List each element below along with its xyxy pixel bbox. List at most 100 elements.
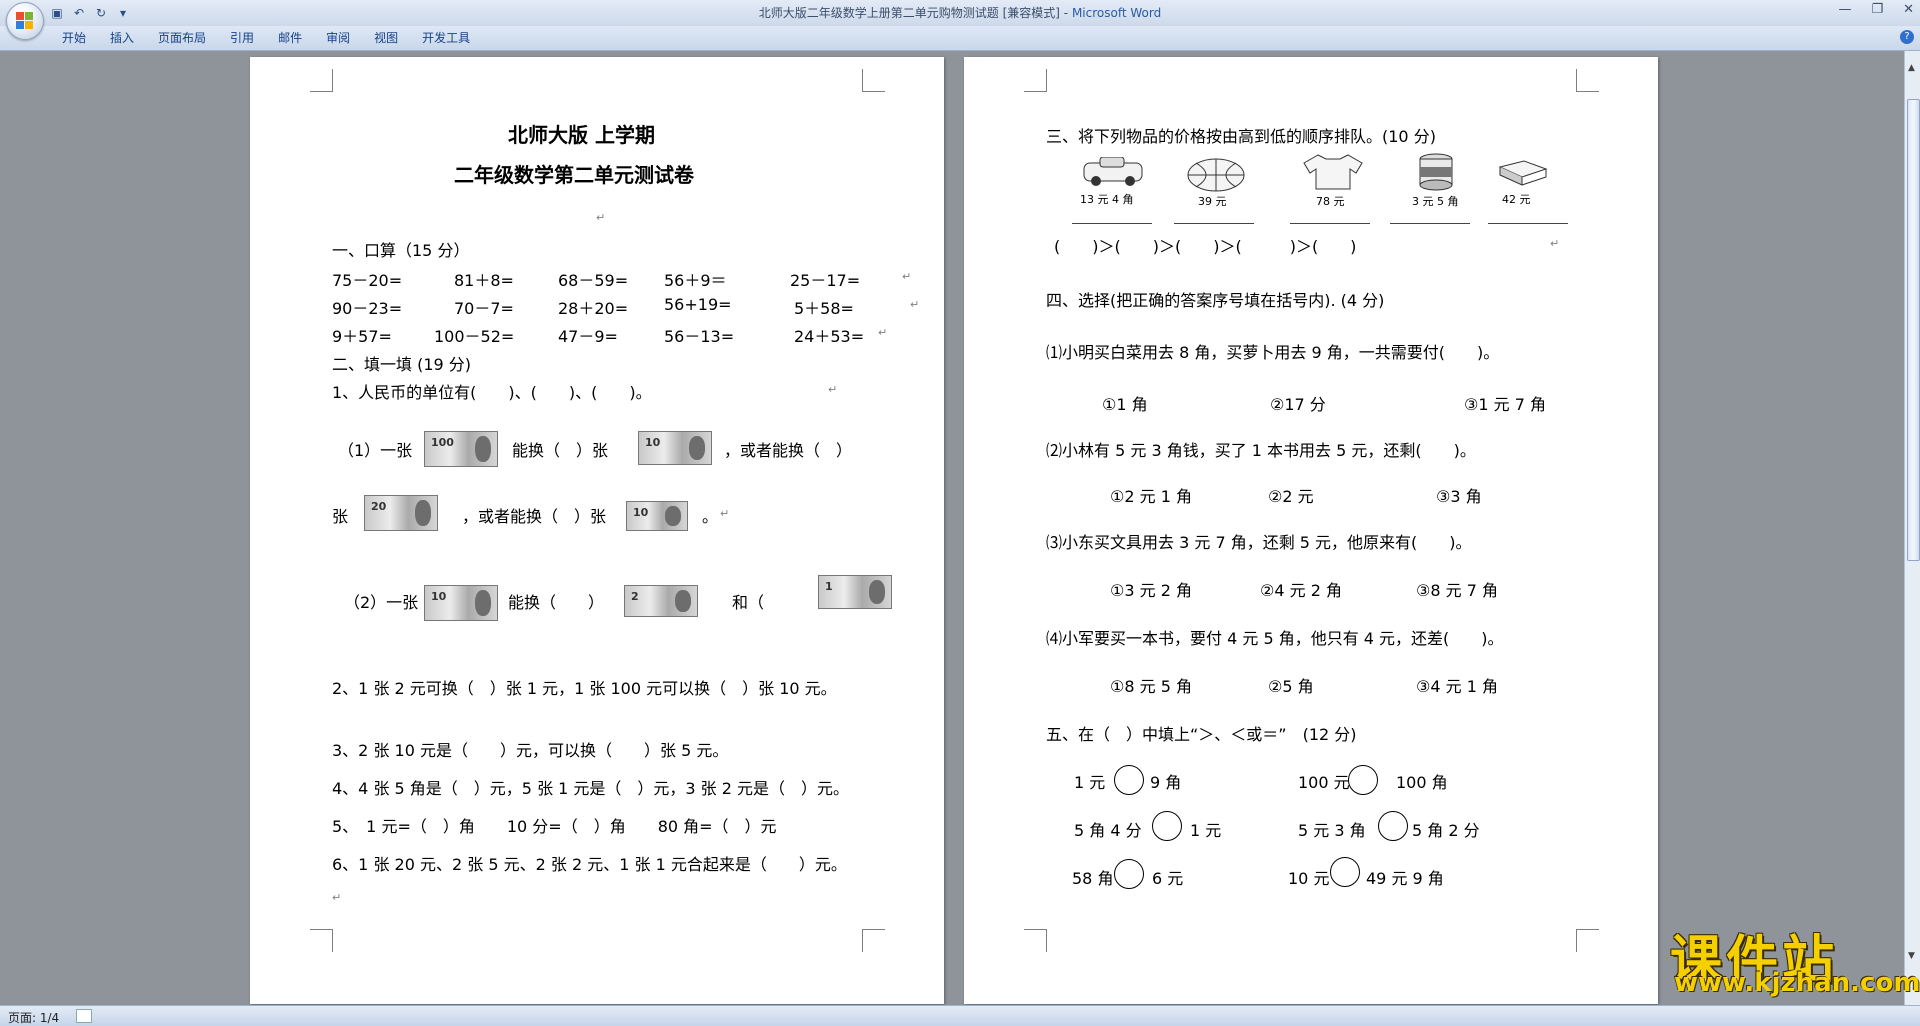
question-4: 4、4 张 5 角是（ ）元，5 张 1 元是（ ）元，3 张 2 元是（ ）元… (332, 779, 850, 798)
calc-item: 5＋58= (794, 299, 854, 318)
compare-circle[interactable] (1348, 765, 1378, 795)
choice-option: ②2 元 (1268, 487, 1314, 506)
tab-page-layout[interactable]: 页面布局 (146, 30, 218, 46)
banknote-1-image: 1 (818, 575, 892, 609)
answer-blank-line (1174, 223, 1254, 224)
answer-blank-line (1488, 223, 1568, 224)
section-4-heading: 四、选择(把正确的答案序号填在括号内). (4 分) (1046, 291, 1385, 310)
paragraph-mark: ↵ (828, 383, 838, 396)
item-price: 13 元 4 角 (1080, 193, 1134, 206)
compare-right: 5 角 2 分 (1412, 821, 1480, 840)
watermark-url: www.kjzhan.com (1674, 968, 1920, 998)
paragraph-mark: ↵ (878, 326, 888, 339)
tab-insert[interactable]: 插入 (98, 30, 146, 46)
calc-item: 56+19= (664, 295, 732, 314)
banknote-10-image: 10 (638, 431, 712, 465)
item-price: 42 元 (1502, 193, 1531, 206)
ordering-answer-line: ( )＞( )＞( )＞( )＞( ) (1054, 237, 1357, 256)
choice-question-3: ⑶小东买文具用去 3 元 7 角，还剩 5 元，他原来有( )。 (1046, 533, 1472, 552)
page-count[interactable]: 页面: 1/4 (8, 1009, 59, 1026)
calc-item: 100－52= (434, 327, 515, 346)
paragraph-mark: ↵ (902, 270, 912, 283)
tab-mailings[interactable]: 邮件 (266, 30, 314, 46)
question-1-part-2-text: 能换（ ） (508, 593, 605, 612)
compare-left: 5 元 3 角 (1298, 821, 1366, 840)
book-icon (1494, 157, 1550, 193)
tab-review[interactable]: 审阅 (314, 30, 362, 46)
page-title-line-1: 北师大版 上学期 (508, 123, 655, 147)
compare-circle[interactable] (1378, 811, 1408, 841)
section-1-heading: 一、口算（15 分） (332, 241, 470, 260)
answer-blank-line (1390, 223, 1470, 224)
maximize-button[interactable]: ❐ (1871, 2, 1883, 17)
compare-circle[interactable] (1114, 765, 1144, 795)
calc-item: 25－17= (790, 271, 861, 290)
choice-question-4: ⑷小军要买一本书，要付 4 元 5 角，他只有 4 元，还差( )。 (1046, 629, 1504, 648)
tab-developer[interactable]: 开发工具 (410, 30, 482, 46)
calc-item: 81＋8= (454, 271, 514, 290)
question-2: 2、1 张 2 元可换（ ）张 1 元，1 张 100 元可以换（ ）张 10 … (332, 679, 837, 698)
crop-mark (310, 929, 333, 952)
banknote-10-image: 10 (626, 501, 688, 531)
question-1-part-1-text: 。 (702, 507, 719, 526)
compare-right: 100 角 (1396, 773, 1448, 792)
question-1-part-1-text: 能换（ ）张 (512, 441, 609, 460)
question-6: 6、1 张 20 元、2 张 5 元、2 张 2 元、1 张 1 元合起来是（ … (332, 855, 847, 874)
compare-left: 100 元 (1298, 773, 1350, 792)
vertical-scrollbar[interactable]: ▲ ▼ (1904, 51, 1920, 1005)
calc-item: 90－23= (332, 299, 403, 318)
title-bar: ▣ ↶ ↻ ▾ 北师大版二年级数学上册第二单元购物测试题 [兼容模式] - Mi… (0, 0, 1920, 27)
tab-home[interactable]: 开始 (50, 30, 98, 46)
document-title: 北师大版二年级数学上册第二单元购物测试题 [兼容模式] (758, 6, 1060, 20)
minimize-button[interactable]: — (1838, 2, 1851, 17)
compare-right: 1 元 (1190, 821, 1222, 840)
app-name: Microsoft Word (1071, 6, 1162, 20)
question-1-part-1-text: ，或者能换（ ）张 (462, 507, 607, 526)
choice-option: ①1 角 (1102, 395, 1148, 414)
tab-references[interactable]: 引用 (218, 30, 266, 46)
proofing-icon[interactable] (76, 1009, 92, 1023)
close-button[interactable]: ✕ (1903, 2, 1914, 17)
scroll-down-icon[interactable]: ▼ (1908, 951, 1915, 961)
item-price: 78 元 (1316, 195, 1345, 208)
paragraph-mark: ↵ (720, 507, 730, 520)
paragraph-mark: ↵ (910, 298, 920, 311)
status-bar: 页面: 1/4 (0, 1005, 1920, 1026)
answer-blank-line (1072, 223, 1152, 224)
choice-option: ③1 元 7 角 (1464, 395, 1546, 414)
ribbon-tabs-bar: 开始 插入 页面布局 引用 邮件 审阅 视图 开发工具 ? (0, 26, 1920, 51)
crop-mark (1024, 929, 1047, 952)
question-3: 3、2 张 10 元是（ ）元，可以换（ ）张 5 元。 (332, 741, 729, 760)
compare-left: 1 元 (1074, 773, 1106, 792)
crop-mark (310, 69, 333, 92)
scrollbar-thumb[interactable] (1907, 99, 1920, 561)
help-icon[interactable]: ? (1900, 30, 1914, 44)
compare-circle[interactable] (1330, 857, 1360, 887)
crop-mark (862, 69, 885, 92)
crop-mark (1024, 69, 1047, 92)
compare-circle[interactable] (1114, 859, 1144, 889)
banknote-100-image: 100 (424, 431, 498, 467)
choice-question-2: ⑵小林有 5 元 3 角钱，买了 1 本书用去 5 元，还剩( )。 (1046, 441, 1476, 460)
compare-left: 58 角 (1072, 869, 1114, 888)
choice-option: ①2 元 1 角 (1110, 487, 1192, 506)
question-1: 1、人民币的单位有( )、( )、( )。 (332, 383, 652, 402)
crop-mark (1576, 929, 1599, 952)
document-page-1[interactable]: 北师大版 上学期 二年级数学第二单元测试卷 ↵ 一、口算（15 分） 75－20… (250, 57, 944, 1004)
compare-right: 6 元 (1152, 869, 1184, 888)
banknote-10-image: 10 (424, 585, 498, 621)
banknote-2-image: 2 (624, 585, 698, 617)
choice-option: ②17 分 (1270, 395, 1326, 414)
window-title: 北师大版二年级数学上册第二单元购物测试题 [兼容模式] - Microsoft … (0, 4, 1920, 21)
answer-blank-line (1290, 223, 1370, 224)
office-logo-icon (16, 12, 34, 30)
compare-circle[interactable] (1152, 811, 1182, 841)
paragraph-mark: ↵ (1550, 237, 1560, 250)
office-button[interactable] (6, 2, 44, 40)
choice-option: ①3 元 2 角 (1110, 581, 1192, 600)
calc-item: 24＋53= (794, 327, 865, 346)
scroll-up-icon[interactable]: ▲ (1908, 63, 1915, 73)
calc-item: 9＋57= (332, 327, 392, 346)
tab-view[interactable]: 视图 (362, 30, 410, 46)
document-page-2[interactable]: 三、将下列物品的价格按由高到低的顺序排队。(10 分) 13 元 4 角 39 … (964, 57, 1658, 1004)
